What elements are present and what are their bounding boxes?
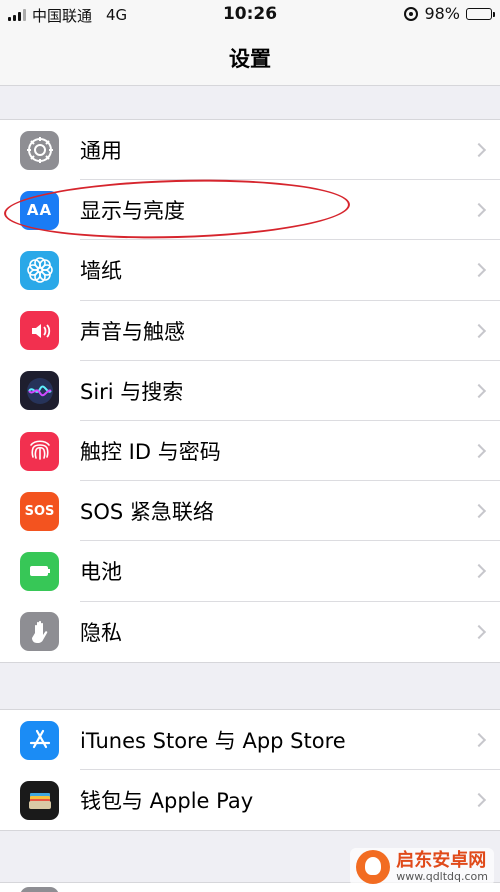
- chevron-right-icon: [471, 383, 487, 398]
- settings-row-label: 声音与触感: [80, 319, 185, 344]
- page-title: 设置: [229, 46, 271, 71]
- watermark-url: www.qdltdq.com: [396, 869, 488, 883]
- wallet-icon: [20, 780, 59, 820]
- siri-icon: [20, 371, 59, 411]
- chevron-right-icon: [471, 203, 487, 218]
- chevron-right-icon: [471, 504, 487, 519]
- chevron-right-icon: [471, 143, 487, 158]
- settings-row-emergency-sos[interactable]: SOS SOS 紧急联络: [0, 481, 500, 542]
- settings-group-stores: iTunes Store 与 App Store 钱包与 Apple Pay: [0, 709, 500, 832]
- settings-row-label: 触控 ID 与密码: [80, 440, 221, 465]
- status-bar: 中国联通 4G 10:26 98%: [0, 0, 500, 30]
- gear-icon: [20, 130, 59, 170]
- settings-row-battery[interactable]: 电池: [0, 541, 500, 602]
- battery-icon: [20, 551, 59, 591]
- battery-status-icon: [466, 7, 495, 20]
- display-brightness-icon: AA: [20, 190, 59, 230]
- site-watermark: 启东安卓网 www.qdltdq.com: [350, 848, 494, 886]
- chevron-right-icon: [471, 263, 487, 278]
- settings-row-label: 通用: [80, 139, 122, 164]
- sos-icon: SOS: [20, 491, 59, 531]
- settings-row-privacy[interactable]: 隐私: [0, 602, 500, 662]
- settings-row-sounds-haptics[interactable]: 声音与触感: [0, 301, 500, 361]
- settings-row-label: 钱包与 Apple Pay: [80, 789, 254, 814]
- partial-row-icon: [20, 887, 59, 892]
- wallpaper-flower-icon: [20, 250, 59, 290]
- rotation-lock-icon: [404, 6, 419, 21]
- chevron-right-icon: [471, 624, 487, 639]
- battery-percent: 98%: [424, 4, 460, 23]
- settings-row-siri-search[interactable]: Siri 与搜索: [0, 361, 500, 421]
- settings-row-touch-id[interactable]: 触控 ID 与密码: [0, 421, 500, 482]
- settings-row-itunes-app-store[interactable]: iTunes Store 与 App Store: [0, 710, 500, 771]
- settings-row-wallpaper[interactable]: 墙纸: [0, 240, 500, 301]
- settings-row-label: iTunes Store 与 App Store: [80, 729, 346, 754]
- chevron-right-icon: [471, 323, 487, 338]
- settings-row-display-brightness[interactable]: AA 显示与亮度: [0, 180, 500, 241]
- navigation-bar: 设置: [0, 30, 500, 86]
- fingerprint-icon: [20, 431, 59, 471]
- status-right: 98%: [404, 4, 495, 23]
- settings-row-label: 墙纸: [80, 259, 122, 284]
- chevron-right-icon: [471, 443, 487, 459]
- settings-row-label: 显示与亮度: [80, 199, 185, 224]
- settings-row-label: Siri 与搜索: [80, 379, 184, 404]
- settings-row-label: SOS 紧急联络: [80, 500, 214, 525]
- chevron-right-icon: [471, 733, 487, 748]
- settings-group-main: 通用 AA 显示与亮度 墙纸 声音与触感 Siri 与搜索 触控 ID 与密码 …: [0, 119, 500, 663]
- settings-row-label: 隐私: [80, 620, 122, 645]
- hand-icon: [20, 612, 59, 652]
- speaker-icon: [20, 311, 59, 351]
- chevron-right-icon: [471, 564, 487, 579]
- app-store-icon: [20, 720, 59, 760]
- chevron-right-icon: [471, 793, 487, 808]
- settings-row-label: 电池: [80, 560, 122, 585]
- watermark-logo-icon: [356, 850, 391, 884]
- settings-row-general[interactable]: 通用: [0, 120, 500, 181]
- settings-row-wallet-apple-pay[interactable]: 钱包与 Apple Pay: [0, 770, 500, 830]
- watermark-text: 启东安卓网 www.qdltdq.com: [396, 851, 488, 883]
- watermark-name: 启东安卓网: [396, 850, 487, 872]
